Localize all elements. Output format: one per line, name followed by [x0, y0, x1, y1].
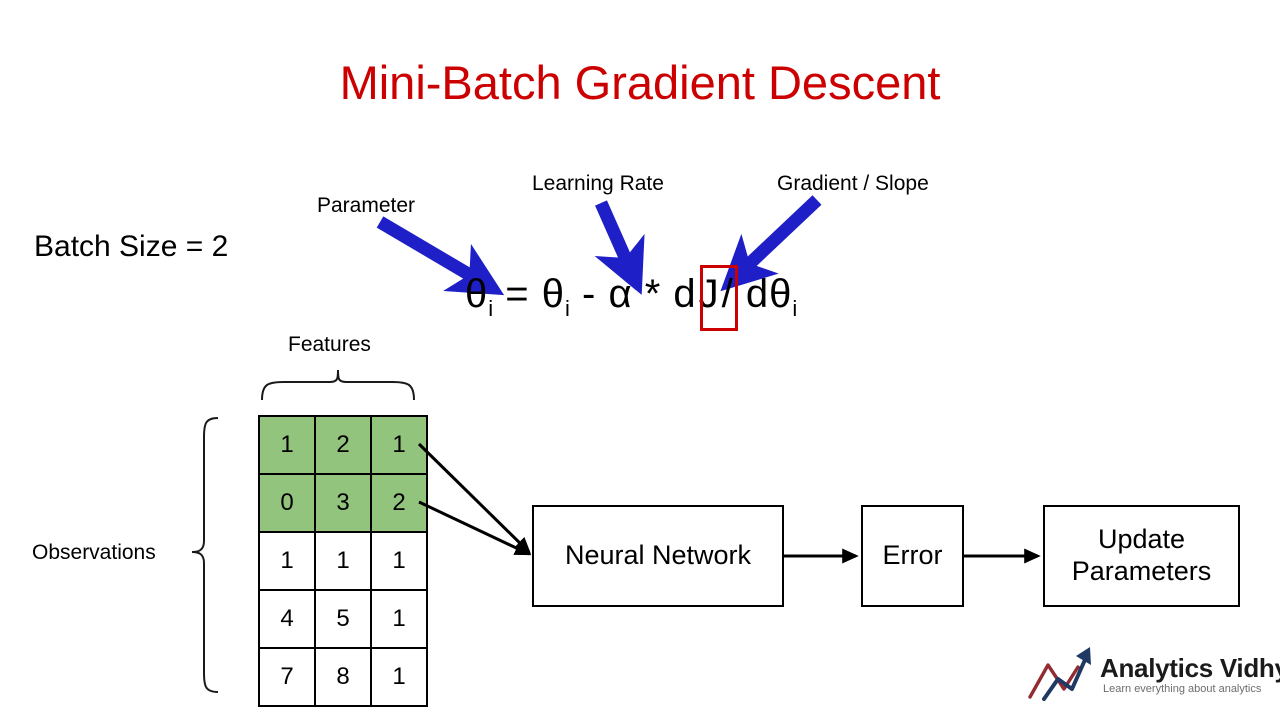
observations-label: Observations: [32, 541, 156, 564]
table-row: 0 3 2: [258, 473, 428, 533]
callout-label-parameter: Parameter: [317, 194, 416, 217]
table-cell: 5: [314, 589, 372, 649]
features-label: Features: [288, 333, 371, 356]
logo-arrow-line-icon: [1042, 651, 1090, 701]
callout-label-learning-rate: Learning Rate: [532, 172, 664, 195]
flow-box-update-parameters: Update Parameters: [1043, 505, 1240, 607]
table-cell: 0: [258, 473, 316, 533]
table-cell: 1: [370, 647, 428, 707]
observations-table: 1 2 1 0 3 2 1 1 1 4 5 1 7 8 1: [258, 415, 428, 707]
formula-equals: =: [505, 272, 530, 316]
arrow-gradient: [720, 195, 822, 292]
formula-theta-denominator: θ: [769, 272, 793, 316]
table-cell: 2: [314, 415, 372, 475]
formula-sub-denominator: i: [792, 296, 798, 322]
table-body: 1 2 1 0 3 2 1 1 1 4 5 1 7 8 1: [258, 415, 428, 707]
table-cell: 1: [370, 415, 428, 475]
batch-size-label: Batch Size = 2: [34, 230, 229, 263]
table-cell: 1: [370, 589, 428, 649]
cost-symbol-highlight-box: [700, 265, 738, 331]
features-brace: [261, 369, 415, 401]
flow-box-error-label: Error: [882, 540, 943, 571]
formula-d-denominator: d: [745, 272, 770, 316]
table-cell: 3: [314, 473, 372, 533]
formula-minus: -: [582, 272, 597, 316]
formula-d-numerator: d: [673, 272, 697, 316]
table-row: 1 2 1: [258, 415, 428, 475]
table-cell: 1: [258, 531, 316, 591]
table-cell: 8: [314, 647, 372, 707]
formula-alpha: α: [608, 272, 633, 316]
table-row: 4 5 1: [258, 589, 428, 649]
flow-box-neural-network-label: Neural Network: [564, 540, 752, 571]
arrow-parameter: [376, 216, 505, 296]
update-parameters-line-1: Update: [1097, 524, 1186, 555]
observations-brace: [191, 417, 219, 693]
logo-tagline: Learn everything about analytics: [1103, 683, 1262, 695]
formula-times: *: [644, 272, 662, 316]
formula-theta-left: θ: [465, 272, 489, 316]
page-title: Mini-Batch Gradient Descent: [339, 56, 941, 109]
callout-label-gradient: Gradient / Slope: [777, 172, 929, 195]
table-cell: 1: [314, 531, 372, 591]
brand-logo: Analytics Vidhya Learn everything about …: [1028, 645, 1280, 707]
logo-name: Analytics Vidhya: [1100, 653, 1280, 683]
formula-sub-left: i: [488, 296, 494, 322]
formula-sub-right: i: [565, 296, 570, 322]
analytics-vidhya-mark-icon: [1028, 647, 1091, 701]
connector-row2-to-network: [418, 500, 532, 556]
flow-box-error: Error: [861, 505, 964, 607]
formula-theta-right: θ: [541, 272, 565, 316]
arrow-learning-rate: [594, 200, 645, 295]
slide-canvas: Mini-Batch Gradient Descent Batch Size =…: [0, 0, 1280, 720]
gradient-descent-formula: θi = θi - α * dJ/ dθi: [465, 272, 797, 322]
table-row: 1 1 1: [258, 531, 428, 591]
table-cell: 4: [258, 589, 316, 649]
update-parameters-line-2: Parameters: [1071, 556, 1212, 586]
table-cell: 1: [370, 531, 428, 591]
table-row: 7 8 1: [258, 647, 428, 707]
table-cell: 7: [258, 647, 316, 707]
table-cell: 1: [258, 415, 316, 475]
flow-box-neural-network: Neural Network: [532, 505, 784, 607]
logo-zigzag-line-icon: [1028, 663, 1080, 699]
connector-row1-to-network: [417, 442, 531, 554]
table-cell: 2: [370, 473, 428, 533]
flow-box-update-parameters-label: Update Parameters: [1072, 524, 1212, 588]
